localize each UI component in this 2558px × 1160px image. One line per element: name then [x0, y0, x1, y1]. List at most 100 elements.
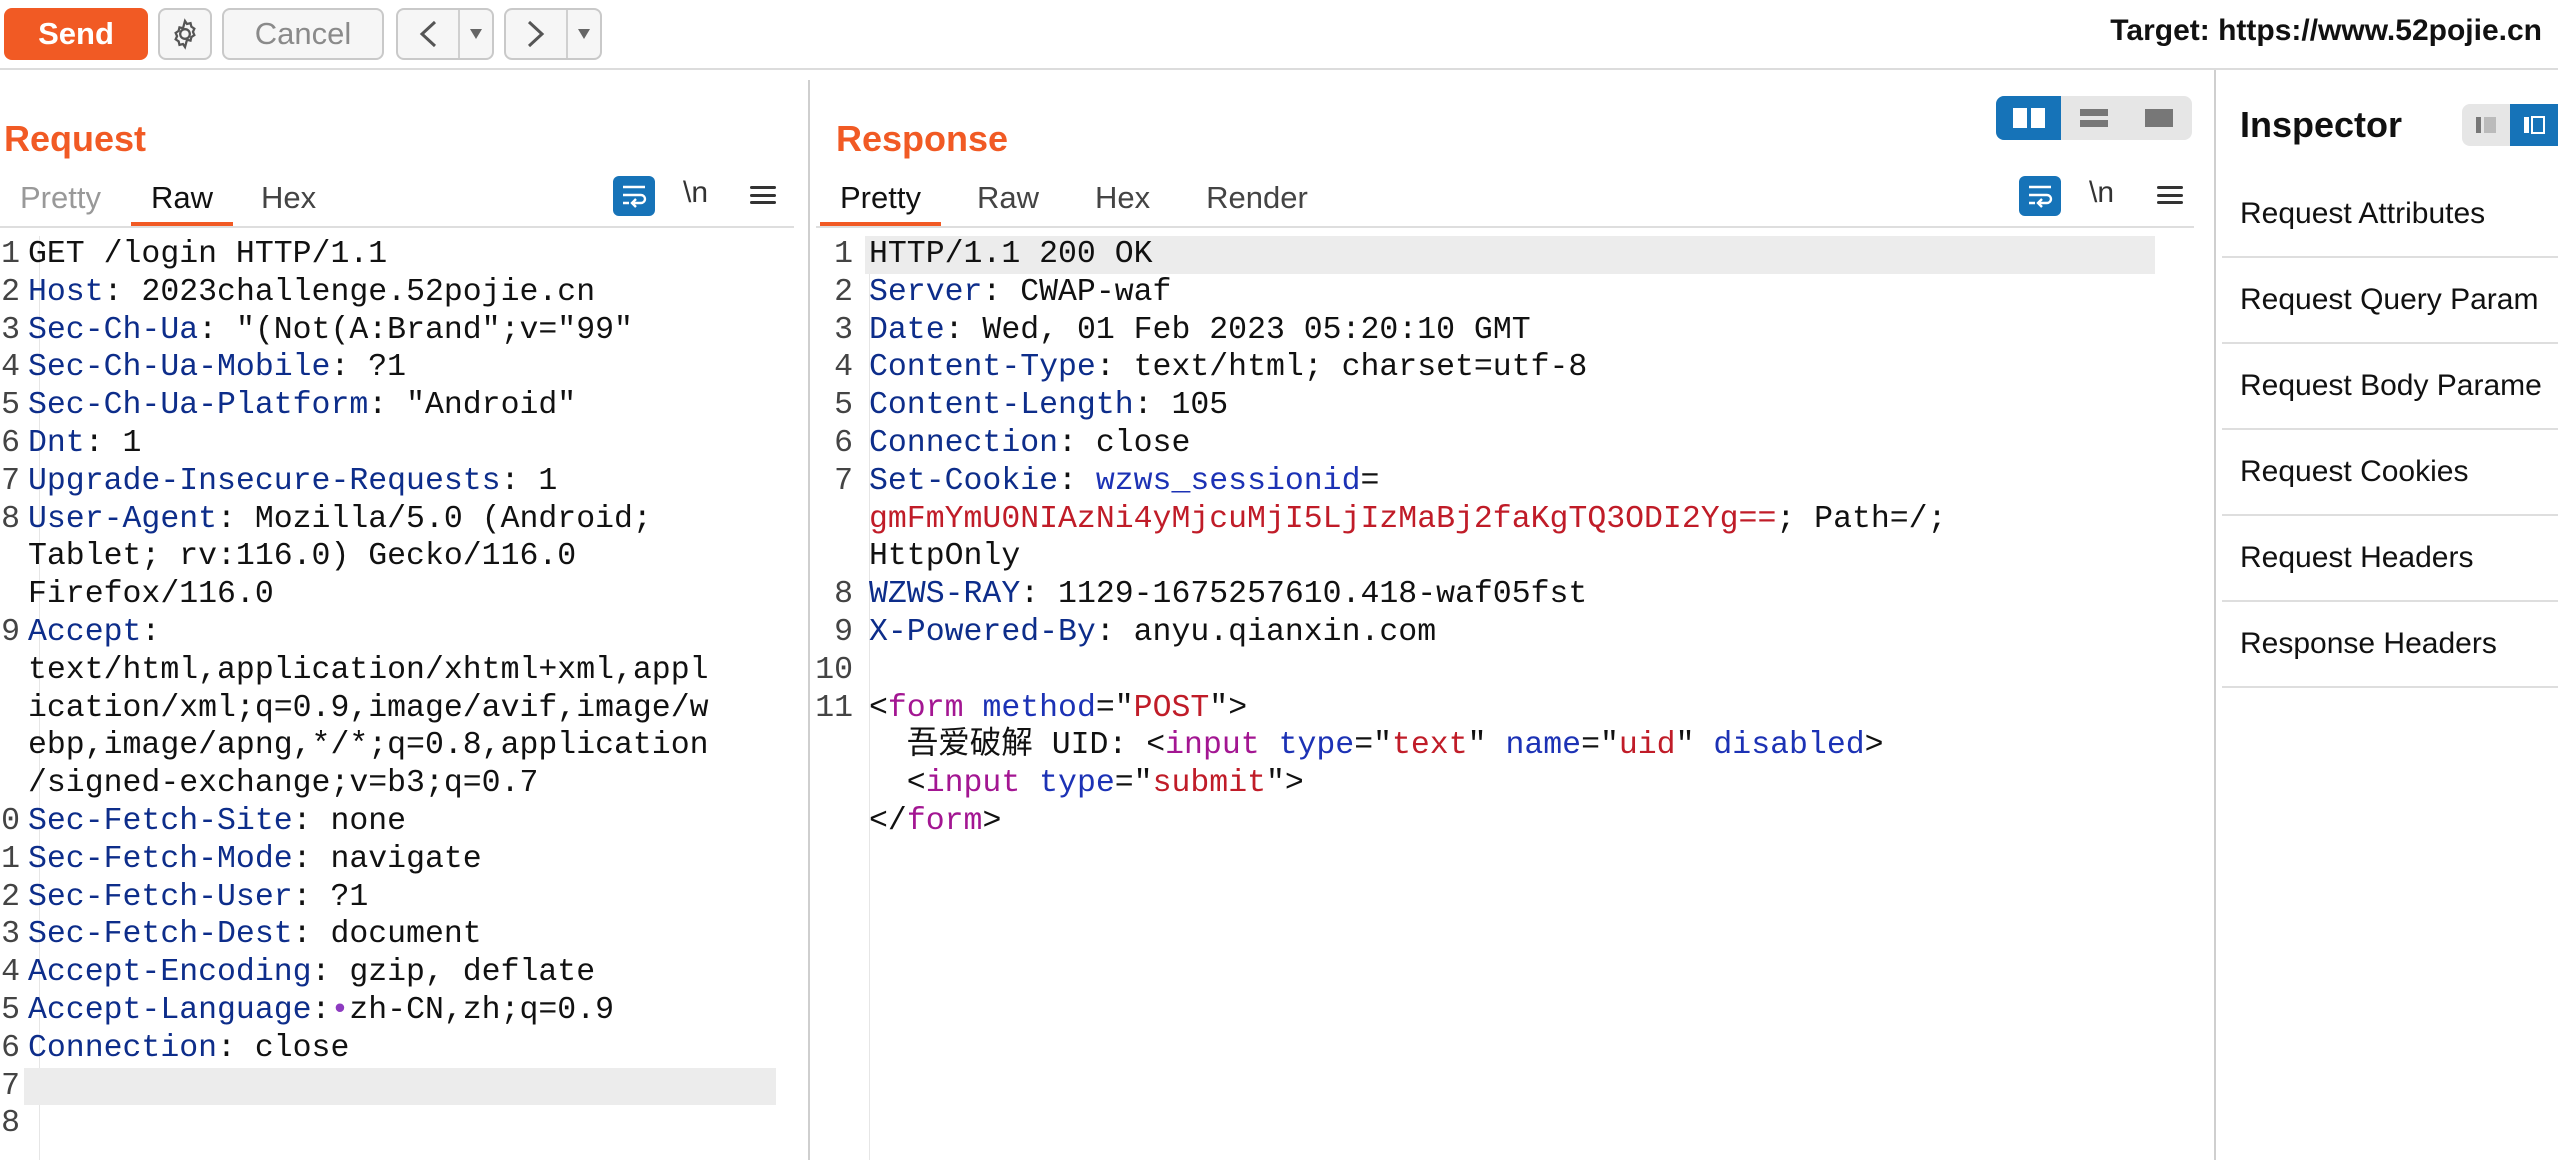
- inspector-expand-button[interactable]: [2510, 104, 2558, 146]
- code-text: Connection: close: [869, 425, 1190, 463]
- response-code-line[interactable]: 9 X-Powered-By: anyu.qianxin.com: [816, 614, 2194, 652]
- code-text: ebp,image/apng,*/*;q=0.8,application: [28, 727, 709, 765]
- response-code-line[interactable]: <input type="submit">: [816, 765, 2194, 803]
- request-code-line[interactable]: 1 GET /login HTTP/1.1: [0, 236, 790, 274]
- code-token: : text/html; charset=utf-8: [1095, 350, 1588, 386]
- request-wrap-toggle[interactable]: [613, 176, 655, 216]
- response-tab-raw[interactable]: Raw: [957, 174, 1059, 226]
- cancel-button[interactable]: Cancel: [222, 8, 384, 60]
- response-tab-pretty[interactable]: Pretty: [820, 174, 941, 226]
- code-text: Date: Wed, 01 Feb 2023 05:20:10 GMT: [869, 312, 1531, 350]
- request-tab-pretty[interactable]: Pretty: [0, 174, 121, 226]
- forward-history-dropdown[interactable]: [568, 10, 600, 58]
- inspector-item-request-attributes[interactable]: Request Attributes: [2222, 172, 2558, 258]
- response-code-line[interactable]: 5 Content-Length: 105: [816, 387, 2194, 425]
- request-code-line[interactable]: 13Sec-Fetch-Dest: document: [0, 916, 790, 954]
- back-button[interactable]: [398, 10, 460, 58]
- response-code-line[interactable]: 7 Set-Cookie: wzws_sessionid=: [816, 463, 2194, 501]
- inspector-item-response-headers[interactable]: Response Headers: [2222, 602, 2558, 688]
- inspector-collapse-button[interactable]: [2462, 104, 2510, 146]
- request-menu-button[interactable]: [748, 180, 778, 210]
- response-tab-hex[interactable]: Hex: [1075, 174, 1170, 226]
- request-code-line[interactable]: 15Accept-Language:•zh-CN,zh;q=0.9: [0, 992, 790, 1030]
- code-token: gmFmYmU0NIAzNi4yMjcuMjI5LjIzMaBj2faKgTQ3…: [869, 501, 1777, 537]
- response-code-line[interactable]: 吾爱破解 UID: <input type="text" name="uid" …: [816, 727, 2194, 765]
- request-code-line[interactable]: 10Sec-Fetch-Site: none: [0, 803, 790, 841]
- code-token: Tablet; rv:116.0) Gecko/116.0: [28, 539, 577, 575]
- line-number: 17: [0, 1068, 20, 1104]
- code-text: Content-Type: text/html; charset=utf-8: [869, 349, 1587, 387]
- response-code-line[interactable]: </form>: [816, 803, 2194, 841]
- request-code-line[interactable]: 7 Upgrade-Insecure-Requests: 1: [0, 463, 790, 501]
- request-newline-toggle[interactable]: \n: [683, 176, 708, 210]
- request-editor[interactable]: 1 GET /login HTTP/1.1 2 Host: 2023challenge…: [0, 236, 790, 1160]
- back-history-dropdown[interactable]: [460, 10, 492, 58]
- send-button[interactable]: Send: [4, 8, 148, 60]
- code-token: form: [906, 804, 983, 839]
- settings-button[interactable]: [158, 8, 212, 60]
- inspector-divider[interactable]: [2214, 70, 2216, 1160]
- line-number: 5: [834, 388, 853, 424]
- request-code-line[interactable]: 3 Sec-Ch-Ua: "(Not(A:Brand";v="99": [0, 312, 790, 350]
- request-code-line[interactable]: 11Sec-Fetch-Mode: navigate: [0, 841, 790, 879]
- inspector-item-request-cookies[interactable]: Request Cookies: [2222, 430, 2558, 516]
- response-code-line[interactable]: 6 Connection: close: [816, 425, 2194, 463]
- layout-single-button[interactable]: [2127, 96, 2192, 140]
- forward-button[interactable]: [506, 10, 568, 58]
- code-text: Connection: close: [28, 1030, 349, 1068]
- line-number: 8: [1, 501, 20, 537]
- response-menu-button[interactable]: [2155, 180, 2185, 210]
- response-code-line[interactable]: HttpOnly: [816, 538, 2194, 576]
- line-number: 9: [1, 615, 20, 650]
- response-code-line[interactable]: 4 Content-Type: text/html; charset=utf-8: [816, 349, 2194, 387]
- response-editor[interactable]: 1 HTTP/1.1 200 OK 2 Server: CWAP-waf 3 Date: …: [815, 236, 2194, 1160]
- layout-stacked-button[interactable]: [2061, 96, 2126, 140]
- line-number: 7: [834, 463, 853, 499]
- request-code-line[interactable]: 14Accept-Encoding: gzip, deflate: [0, 954, 790, 992]
- response-code-line[interactable]: 1 HTTP/1.1 200 OK: [816, 236, 2194, 274]
- request-code-line[interactable]: 16Connection: close: [0, 1030, 790, 1068]
- response-newline-toggle[interactable]: \n: [2089, 176, 2114, 210]
- request-code-line[interactable]: 18: [0, 1105, 790, 1143]
- word-wrap-icon: [623, 185, 647, 208]
- request-code-line[interactable]: Tablet; rv:116.0) Gecko/116.0: [0, 538, 790, 576]
- inspector-item-request-query-params[interactable]: Request Query Param: [2222, 258, 2558, 344]
- response-code-line[interactable]: 8 WZWS-RAY: 1129-1675257610.418-waf05fst: [816, 576, 2194, 614]
- request-code-line[interactable]: 2 Host: 2023challenge.52pojie.cn: [0, 274, 790, 312]
- request-code-line[interactable]: ication/xml;q=0.9,image/avif,image/w: [0, 690, 790, 728]
- target-label[interactable]: Target: https://www.52pojie.cn: [2110, 14, 2542, 48]
- request-code-line[interactable]: text/html,application/xhtml+xml,appl: [0, 652, 790, 690]
- response-code-line[interactable]: 2 Server: CWAP-waf: [816, 274, 2194, 312]
- request-tabs: Pretty Raw Hex: [0, 176, 794, 228]
- request-code-line[interactable]: 4 Sec-Ch-Ua-Mobile: ?1: [0, 349, 790, 387]
- code-text: Sec-Ch-Ua-Platform: "Android": [28, 387, 576, 425]
- request-code-line[interactable]: 12Sec-Fetch-User: ?1: [0, 879, 790, 917]
- request-code-line[interactable]: 5 Sec-Ch-Ua-Platform: "Android": [0, 387, 790, 425]
- code-token: disabled: [1713, 728, 1865, 764]
- request-tab-raw[interactable]: Raw: [130, 174, 233, 226]
- response-code-line[interactable]: 11 <form method="POST">: [815, 690, 2194, 728]
- request-code-line[interactable]: 17: [0, 1067, 790, 1106]
- code-token: Sec-Fetch-Mode: [28, 841, 293, 877]
- request-code-line[interactable]: ebp,image/apng,*/*;q=0.8,application: [0, 727, 790, 765]
- request-code-line[interactable]: 8 User-Agent: Mozilla/5.0 (Android;: [0, 501, 790, 539]
- code-token: Sec-Fetch-User: [28, 879, 293, 915]
- request-code-line[interactable]: 6 Dnt: 1: [0, 425, 790, 463]
- response-code-line[interactable]: 10: [815, 652, 2194, 690]
- response-code-line[interactable]: 3 Date: Wed, 01 Feb 2023 05:20:10 GMT: [816, 312, 2194, 350]
- request-code-line[interactable]: Firefox/116.0: [0, 576, 790, 614]
- current-line-highlight: [24, 1067, 776, 1106]
- response-wrap-toggle[interactable]: [2019, 176, 2061, 216]
- layout-side-by-side-button[interactable]: [1996, 96, 2062, 140]
- inspector-item-request-body-params[interactable]: Request Body Parame: [2222, 344, 2558, 430]
- caret-down-icon: [578, 29, 590, 39]
- code-token: ebp,image/apng,*/*;q=0.8,application: [28, 728, 709, 764]
- request-code-line[interactable]: /signed-exchange;v=b3;q=0.7: [0, 765, 790, 803]
- line-number: 5: [1, 388, 20, 424]
- code-token: : 2023challenge.52pojie.cn: [103, 274, 596, 310]
- request-code-line[interactable]: 9 Accept:: [0, 614, 790, 652]
- request-tab-hex[interactable]: Hex: [241, 174, 336, 226]
- response-code-line[interactable]: gmFmYmU0NIAzNi4yMjcuMjI5LjIzMaBj2faKgTQ3…: [816, 501, 2194, 539]
- response-tab-render[interactable]: Render: [1186, 174, 1328, 226]
- inspector-item-request-headers[interactable]: Request Headers: [2222, 516, 2558, 602]
